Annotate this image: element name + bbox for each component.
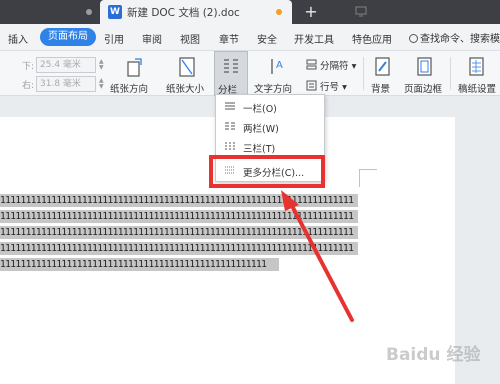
menu-references[interactable]: 引用 xyxy=(104,31,124,46)
new-tab-button[interactable]: + xyxy=(303,2,319,22)
selected-text-line[interactable]: 1111111111111111111111111111111111111111… xyxy=(0,210,358,223)
margin-bottom-spinner[interactable]: ▲ ▼ xyxy=(99,59,104,71)
page-border-label: 页面边框 xyxy=(404,84,443,95)
paper-size-label: 纸张大小 xyxy=(166,84,205,95)
margin-bottom-label: 下: xyxy=(22,62,35,72)
line-numbers-button[interactable]: 行号 ▾ xyxy=(306,79,347,93)
margin-right-label: 右: xyxy=(22,81,35,91)
menu-special-apps[interactable]: 特色应用 xyxy=(352,31,392,46)
margin-bottom-row: 下: 25.4 毫米 ▲ ▼ xyxy=(0,57,108,73)
three-columns-icon xyxy=(225,142,235,150)
menu-item-two-columns[interactable]: 两栏(W) xyxy=(216,117,324,137)
line-numbers-icon xyxy=(306,80,317,91)
paper-orientation-icon xyxy=(127,58,142,77)
text-direction-label: 文字方向 xyxy=(254,84,293,95)
menu-chapter[interactable]: 章节 xyxy=(219,31,239,46)
breaks-icon xyxy=(306,59,317,70)
text-direction-icon: A xyxy=(271,59,283,74)
ribbon-page-layout: 下: 25.4 毫米 ▲ ▼ 右: 31.8 毫米 ▲ ▼ 纸张方向 纸张大小 分栏 xyxy=(0,51,500,96)
paper-settings-icon xyxy=(469,57,484,76)
paper-size-icon xyxy=(179,57,195,77)
ribbon-divider xyxy=(450,57,451,90)
paper-orientation-label: 纸张方向 xyxy=(110,84,149,95)
svg-text:A: A xyxy=(276,60,283,71)
monitor-icon[interactable] xyxy=(355,6,367,17)
ribbon-divider xyxy=(363,57,364,90)
menu-security[interactable]: 安全 xyxy=(257,31,277,46)
two-columns-icon xyxy=(225,122,235,130)
selected-text-line[interactable]: 1111111111111111111111111111111111111111… xyxy=(0,226,358,239)
menu-developer-tools[interactable]: 开发工具 xyxy=(294,31,334,46)
breaks-button[interactable]: 分隔符 ▾ xyxy=(306,58,356,72)
tab-dot-icon xyxy=(86,9,92,15)
menu-item-one-column[interactable]: 一栏(O) xyxy=(216,97,324,117)
paper-settings-label: 稿纸设置 xyxy=(458,84,497,95)
menu-page-layout[interactable]: 页面布局 xyxy=(40,28,96,46)
columns-button[interactable]: 分栏 xyxy=(214,51,248,96)
menu-bar: 插入 页面布局 引用 审阅 视图 章节 安全 开发工具 特色应用 查找命令、搜索… xyxy=(0,24,500,51)
background-label: 背景 xyxy=(371,84,391,95)
watermark: Baidu 经验 xyxy=(386,345,481,365)
paper-settings-button[interactable]: 稿纸设置 xyxy=(456,51,500,96)
text-direction-button[interactable]: A 文字方向 xyxy=(252,51,300,96)
one-column-icon xyxy=(225,102,235,110)
selected-text-line[interactable]: 1111111111111111111111111111111111111111… xyxy=(0,242,358,255)
document-title: 新建 DOC 文档 (2).doc xyxy=(127,7,240,19)
menu-item-three-columns-label: 三栏(T) xyxy=(243,144,276,155)
search-icon xyxy=(409,34,418,43)
menu-item-one-column-label: 一栏(O) xyxy=(243,104,277,115)
menu-view[interactable]: 视图 xyxy=(180,31,200,46)
menu-item-two-columns-label: 两栏(W) xyxy=(243,124,279,135)
tab-current-document[interactable]: W 新建 DOC 文档 (2).doc xyxy=(100,0,367,24)
margin-right-row: 右: 31.8 毫米 ▲ ▼ xyxy=(0,76,108,92)
page-border-icon xyxy=(417,57,432,76)
margin-right-field[interactable]: 31.8 毫米 xyxy=(36,76,96,92)
tab-previous[interactable] xyxy=(0,0,98,24)
selected-text-line[interactable]: 1111111111111111111111111111111111111111… xyxy=(0,194,358,207)
paper-orientation-button[interactable]: 纸张方向 xyxy=(110,51,160,96)
menu-insert[interactable]: 插入 xyxy=(8,31,28,46)
title-bar: W 新建 DOC 文档 (2).doc + xyxy=(0,0,500,24)
menu-review[interactable]: 审阅 xyxy=(142,31,162,46)
breaks-label: 分隔符 xyxy=(320,61,349,72)
menu-item-three-columns[interactable]: 三栏(T) xyxy=(216,137,324,157)
margin-right-spinner[interactable]: ▲ ▼ xyxy=(99,78,104,90)
paper-size-button[interactable]: 纸张大小 xyxy=(164,51,214,96)
background-icon xyxy=(375,57,390,76)
page-border-button[interactable]: 页面边框 xyxy=(404,51,446,96)
margin-bottom-field[interactable]: 25.4 毫米 xyxy=(36,57,96,73)
line-numbers-label: 行号 xyxy=(320,82,340,93)
margin-corner-mark xyxy=(359,169,360,187)
columns-icon xyxy=(224,59,238,73)
margin-corner-mark xyxy=(359,169,377,170)
command-search-label: 查找命令、搜索模板 xyxy=(420,34,500,45)
unsaved-dot-icon xyxy=(276,9,282,15)
annotation-highlight-box xyxy=(209,155,325,188)
word-doc-icon: W xyxy=(108,5,122,19)
selected-text-line[interactable]: 1111111111111111111111111111111111111111… xyxy=(0,258,279,271)
background-button[interactable]: 背景 xyxy=(368,51,398,96)
command-search[interactable]: 查找命令、搜索模板 xyxy=(409,30,500,45)
